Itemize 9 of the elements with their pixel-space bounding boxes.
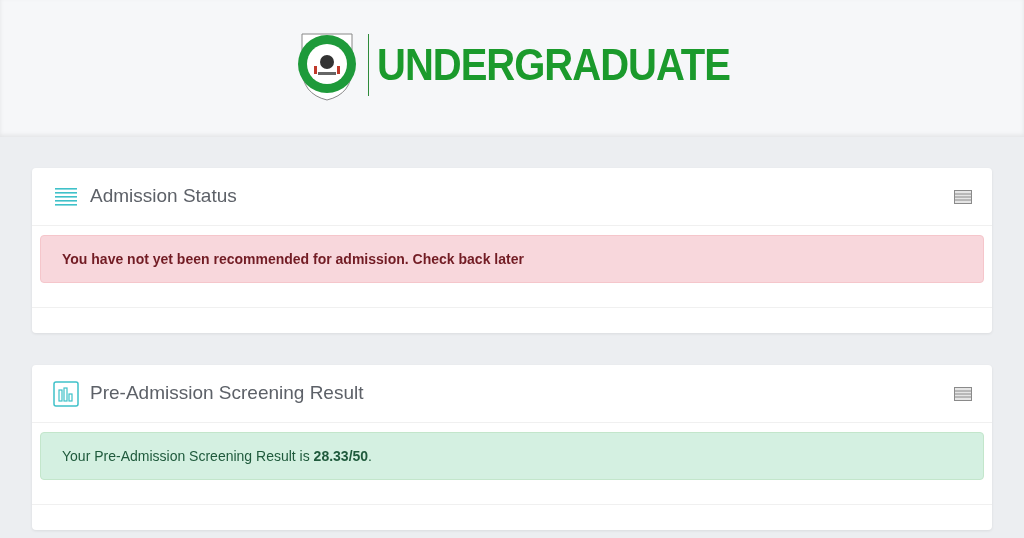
alert-message: You have not yet been recommended for admission. Check back later	[62, 249, 524, 269]
card-title: Pre-Admission Screening Result	[90, 381, 365, 406]
alert-message: Your Pre-Admission Screening Result is 28.33/50.	[62, 446, 372, 466]
card-title: Admission Status	[90, 184, 238, 209]
menu-icon[interactable]	[954, 386, 972, 401]
menu-icon[interactable]	[954, 189, 972, 204]
site-title: UNDERGRADUATE	[377, 39, 730, 91]
list-icon	[55, 186, 77, 207]
bar-chart-icon	[53, 380, 79, 407]
